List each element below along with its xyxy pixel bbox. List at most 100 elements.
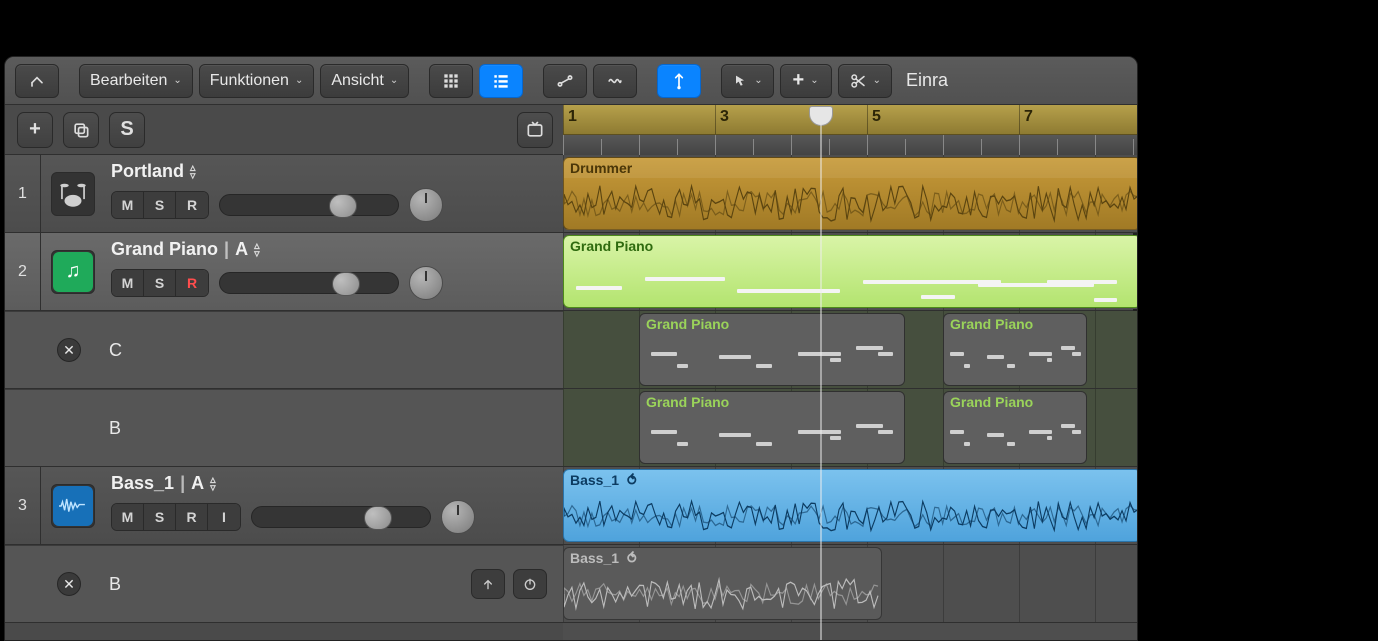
- region-title: Grand Piano: [640, 314, 904, 334]
- view-menu-label: Ansicht: [331, 72, 383, 90]
- volume-slider[interactable]: [219, 194, 399, 216]
- ruler-bar-marker: 5: [867, 105, 881, 134]
- region-blue[interactable]: Bass_1 ⥀: [563, 469, 1137, 542]
- track-number: 2: [5, 233, 41, 310]
- loop-icon: ⥀: [627, 550, 637, 567]
- chevron-down-icon: ⌄: [173, 75, 181, 86]
- snap-label: Einra: [906, 70, 948, 91]
- msr-buttons: MSRI: [111, 503, 241, 531]
- r-button[interactable]: R: [176, 270, 208, 296]
- region-title: Grand Piano: [564, 236, 1137, 256]
- take-label: C: [109, 340, 122, 361]
- secondary-tool-menu[interactable]: + ⌄: [780, 64, 832, 98]
- region-grey[interactable]: Grand Piano: [639, 391, 905, 464]
- loop-icon: ⥀: [627, 472, 637, 489]
- take-label: B: [109, 418, 121, 439]
- region-brown[interactable]: Drummer: [563, 157, 1137, 230]
- scissors-tool-menu[interactable]: ⌄: [838, 64, 892, 98]
- i-button[interactable]: I: [208, 504, 240, 530]
- updown-icon: ▵▿: [254, 242, 260, 258]
- track-number: 3: [5, 467, 41, 544]
- s-button[interactable]: S: [144, 192, 176, 218]
- add-track-button[interactable]: +: [17, 112, 53, 148]
- region-title: Grand Piano: [640, 392, 904, 412]
- region-grey[interactable]: Grand Piano: [943, 391, 1087, 464]
- lane-row-1[interactable]: Drummer: [563, 155, 1137, 233]
- take-lane-3-B[interactable]: Bass_1 ⥀: [563, 545, 1137, 623]
- track-number: 1: [5, 155, 41, 232]
- volume-slider[interactable]: [219, 272, 399, 294]
- pan-knob[interactable]: [409, 266, 443, 300]
- r-button[interactable]: R: [176, 192, 208, 218]
- track-header-3[interactable]: 3 Bass_1 | A ▵▿ MSRI: [5, 467, 563, 545]
- playhead-line[interactable]: [821, 125, 822, 640]
- functions-menu-label: Funktionen: [210, 72, 289, 90]
- view-menu[interactable]: Ansicht ⌄: [320, 64, 409, 98]
- track-name[interactable]: Bass_1 | A ▵▿: [111, 473, 553, 494]
- updown-icon: ▵▿: [190, 164, 196, 180]
- updown-icon: ▵▿: [210, 476, 216, 492]
- take-label: B: [109, 574, 121, 595]
- region-title: Bass_1 ⥀: [564, 548, 881, 569]
- automation-button[interactable]: [543, 64, 587, 98]
- r-button[interactable]: R: [176, 504, 208, 530]
- region-grey[interactable]: Grand Piano: [639, 313, 905, 386]
- track-icon[interactable]: [41, 155, 105, 232]
- chevron-down-icon: ⌄: [810, 75, 818, 86]
- close-take-button[interactable]: ✕: [57, 572, 81, 596]
- take-lane-2-B[interactable]: Grand Piano Grand Piano: [563, 389, 1137, 467]
- region-title: Bass_1 ⥀: [564, 470, 1137, 491]
- duplicate-track-button[interactable]: [63, 112, 99, 148]
- track-header-1[interactable]: 1 Portland ▵▿ MSR: [5, 155, 563, 233]
- functions-menu[interactable]: Funktionen ⌄: [199, 64, 315, 98]
- list-view-button[interactable]: [479, 64, 523, 98]
- take-lane-2-C[interactable]: Grand Piano Grand Piano: [563, 311, 1137, 389]
- region-grey[interactable]: Grand Piano: [943, 313, 1087, 386]
- grid-view-button[interactable]: [429, 64, 473, 98]
- take-power-button[interactable]: [513, 569, 547, 599]
- msr-buttons: MSR: [111, 269, 209, 297]
- flex-button[interactable]: [593, 64, 637, 98]
- take-header-2-C[interactable]: ✕C: [5, 311, 563, 389]
- chevron-down-icon: ⌄: [754, 75, 762, 86]
- close-take-button[interactable]: ✕: [57, 338, 81, 362]
- edit-menu[interactable]: Bearbeiten ⌄: [79, 64, 193, 98]
- chevron-down-icon: ⌄: [873, 75, 881, 86]
- m-button[interactable]: M: [112, 504, 144, 530]
- edit-menu-label: Bearbeiten: [90, 72, 167, 90]
- ruler-bar-marker: 1: [563, 105, 577, 134]
- track-header-toolbar: + S: [5, 105, 563, 155]
- lane-row-3[interactable]: Bass_1 ⥀: [563, 467, 1137, 545]
- track-icon[interactable]: ♫: [41, 233, 105, 310]
- m-button[interactable]: M: [112, 270, 144, 296]
- back-up-button[interactable]: [15, 64, 59, 98]
- take-header-2-B[interactable]: B: [5, 389, 563, 467]
- ruler-bar-marker: 3: [715, 105, 729, 134]
- tracks-lane-area[interactable]: DrummerGrand PianoGrand PianoGrand Piano…: [563, 155, 1137, 640]
- chevron-down-icon: ⌄: [295, 75, 303, 86]
- track-header-2[interactable]: 2♫ Grand Piano | A ▵▿ MSR: [5, 233, 563, 311]
- track-header-config-button[interactable]: [517, 112, 553, 148]
- track-name[interactable]: Portland ▵▿: [111, 161, 553, 182]
- region-title: Grand Piano: [944, 392, 1086, 412]
- pointer-tool-menu[interactable]: ⌄: [721, 64, 773, 98]
- take-header-3-B[interactable]: ✕B: [5, 545, 563, 623]
- timeline-ruler[interactable]: 1357: [563, 105, 1137, 155]
- region-grey2[interactable]: Bass_1 ⥀: [563, 547, 882, 620]
- s-button[interactable]: S: [144, 504, 176, 530]
- msr-buttons: MSR: [111, 191, 209, 219]
- pan-knob[interactable]: [441, 500, 475, 534]
- take-up-button[interactable]: [471, 569, 505, 599]
- m-button[interactable]: M: [112, 192, 144, 218]
- region-green[interactable]: Grand Piano: [563, 235, 1137, 308]
- track-icon[interactable]: [41, 467, 105, 544]
- tracks-body: 1Portland ▵▿MSR2♫Grand Piano | A ▵▿MSR✕C…: [5, 155, 1137, 640]
- pan-knob[interactable]: [409, 188, 443, 222]
- s-button[interactable]: S: [144, 270, 176, 296]
- chevron-down-icon: ⌄: [390, 75, 398, 86]
- track-name[interactable]: Grand Piano | A ▵▿: [111, 239, 553, 260]
- volume-slider[interactable]: [251, 506, 431, 528]
- catch-playhead-button[interactable]: [657, 64, 701, 98]
- lane-row-2[interactable]: Grand Piano: [563, 233, 1137, 311]
- global-solo-button[interactable]: S: [109, 112, 145, 148]
